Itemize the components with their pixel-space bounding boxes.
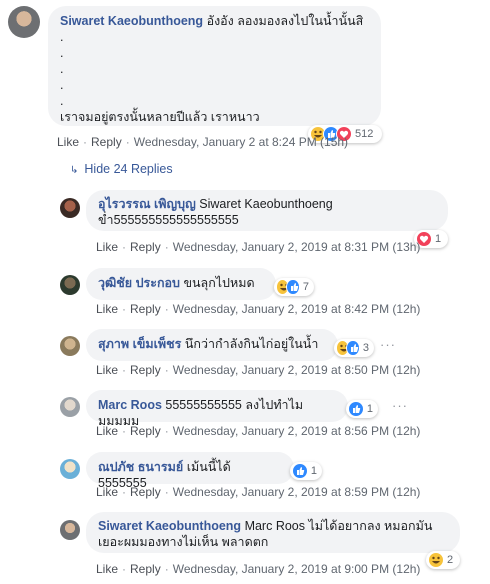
reply-bubble: สุภาพ เข็มเพ็ชร นึกว่ากำลังกินไก่อยู่ในน… bbox=[86, 329, 338, 361]
reaction-count: 3 bbox=[362, 342, 369, 354]
reply-text: Marc Roos ไม่ได้อยากลง หมอกมัน bbox=[244, 519, 433, 533]
comment-bubble: Siwaret Kaeobunthoeng อังอัง ลองมองลงไปใ… bbox=[48, 6, 381, 126]
ellipsis-line: . bbox=[60, 94, 64, 108]
reaction-count: 1 bbox=[310, 465, 317, 477]
reply-actions: Like · Reply · Wednesday, January 2, 2019 at… bbox=[96, 424, 421, 438]
like-link[interactable]: Like bbox=[96, 363, 118, 377]
reply-actions: Like · Reply · Wednesday, January 2, 2019 at… bbox=[96, 485, 421, 499]
reaction-count: 1 bbox=[435, 233, 442, 245]
like-link[interactable]: Like bbox=[96, 485, 118, 499]
reply-link[interactable]: Reply bbox=[130, 302, 161, 316]
reply-bubble: Siwaret Kaeobunthoeng Marc Roos ไม่ได้อย… bbox=[86, 512, 460, 553]
like-link[interactable]: Like bbox=[96, 302, 118, 316]
reply-actions: Like · Reply · Wednesday, January 2, 2019 at… bbox=[96, 363, 421, 377]
ellipsis-line: . bbox=[60, 46, 64, 60]
timestamp[interactable]: Wednesday, January 2, 2019 at 8:50 PM (1… bbox=[173, 363, 421, 377]
reaction-summary[interactable]: 1 bbox=[290, 462, 322, 480]
comment-text: อังอัง ลองมองลงไปในน้ำนั้นสิ bbox=[206, 14, 364, 28]
avatar[interactable] bbox=[8, 6, 40, 38]
reply-author[interactable]: ณปภัช ธนารมย์ bbox=[98, 460, 183, 474]
timestamp[interactable]: Wednesday, January 2, 2019 at 9:00 PM (1… bbox=[173, 562, 421, 576]
reply-link[interactable]: Reply bbox=[130, 485, 161, 499]
more-options-icon[interactable]: ··· bbox=[392, 398, 408, 413]
reply-link[interactable]: Reply bbox=[91, 135, 122, 149]
like-link[interactable]: Like bbox=[96, 240, 118, 254]
reaction-count: 1 bbox=[366, 403, 373, 415]
reply-text: ขนลุกไปหมด bbox=[183, 276, 255, 290]
hide-replies-link[interactable]: ↳ Hide 24 Replies bbox=[70, 162, 173, 176]
reply-bubble: วุฒิชัย ประกอบ ขนลุกไปหมด bbox=[86, 268, 276, 300]
reply-actions: Like · Reply · Wednesday, January 2, 2019 at… bbox=[96, 240, 421, 254]
like-icon bbox=[346, 340, 360, 356]
avatar[interactable] bbox=[60, 397, 80, 417]
reply-bubble: Marc Roos 55555555555 ลงไปทำไมมมมมม bbox=[86, 390, 348, 428]
reaction-summary[interactable]: 1 bbox=[346, 400, 378, 418]
reply-bubble: อุไรวรรณ เพิญบุญ Siwaret Kaeobunthoeng ข… bbox=[86, 190, 448, 231]
reply-link[interactable]: Reply bbox=[130, 562, 161, 576]
haha-icon bbox=[428, 552, 444, 568]
reply-actions: Like · Reply · Wednesday, January 2, 2019 at… bbox=[96, 302, 421, 316]
avatar[interactable] bbox=[60, 520, 80, 540]
like-icon bbox=[292, 463, 308, 479]
like-icon bbox=[286, 279, 300, 295]
timestamp[interactable]: Wednesday, January 2, 2019 at 8:42 PM (1… bbox=[173, 302, 421, 316]
timestamp[interactable]: Wednesday, January 2 at 8:24 PM (15h) bbox=[134, 135, 348, 149]
ellipsis-line: . bbox=[60, 78, 64, 92]
reply-arrow-icon: ↳ bbox=[70, 165, 79, 176]
ellipsis-line: . bbox=[60, 62, 64, 76]
avatar[interactable] bbox=[60, 459, 80, 479]
reply-link[interactable]: Reply bbox=[130, 424, 161, 438]
reaction-count: 7 bbox=[302, 281, 309, 293]
reply-link[interactable]: Reply bbox=[130, 240, 161, 254]
comment-actions: Like · Reply · Wednesday, January 2 at 8:24 … bbox=[57, 135, 349, 149]
comment-author[interactable]: Siwaret Kaeobunthoeng bbox=[60, 14, 203, 28]
reply-text: Siwaret Kaeobunthoeng bbox=[199, 197, 333, 211]
reply-author[interactable]: Marc Roos bbox=[98, 398, 162, 412]
reply-author[interactable]: วุฒิชัย ประกอบ bbox=[98, 276, 180, 290]
reply-text: นึกว่ากำลังกินไก่อยู่ในน้ำ bbox=[184, 337, 319, 351]
like-link[interactable]: Like bbox=[57, 135, 79, 149]
ellipsis-line: . bbox=[60, 30, 64, 44]
reaction-summary[interactable]: 3 bbox=[334, 339, 374, 357]
like-icon bbox=[348, 401, 364, 417]
reply-author[interactable]: Siwaret Kaeobunthoeng bbox=[98, 519, 241, 533]
more-options-icon[interactable]: ··· bbox=[380, 337, 396, 352]
avatar[interactable] bbox=[60, 336, 80, 356]
reaction-summary[interactable]: 7 bbox=[274, 278, 314, 296]
reaction-count: 2 bbox=[447, 554, 454, 566]
reply-bubble: ณปภัช ธนารมย์ เม้นนี้ได้ 5555555 bbox=[86, 452, 294, 490]
timestamp[interactable]: Wednesday, January 2, 2019 at 8:56 PM (1… bbox=[173, 424, 421, 438]
reply-text-2: เยอะผมมองทางไม่เห็น พลาดตก bbox=[98, 535, 269, 549]
like-link[interactable]: Like bbox=[96, 424, 118, 438]
timestamp[interactable]: Wednesday, January 2, 2019 at 8:31 PM (1… bbox=[173, 240, 421, 254]
like-link[interactable]: Like bbox=[96, 562, 118, 576]
reply-author[interactable]: อุไรวรรณ เพิญบุญ bbox=[98, 197, 196, 211]
reaction-summary[interactable]: 2 bbox=[426, 551, 460, 569]
reply-link[interactable]: Reply bbox=[130, 363, 161, 377]
avatar[interactable] bbox=[60, 275, 80, 295]
reply-actions: Like · Reply · Wednesday, January 2, 2019 at… bbox=[96, 562, 421, 576]
timestamp[interactable]: Wednesday, January 2, 2019 at 8:59 PM (1… bbox=[173, 485, 421, 499]
reply-author[interactable]: สุภาพ เข็มเพ็ชร bbox=[98, 337, 181, 351]
comment-text-2: เราจมอยู่ตรงนั้นหลายปีแล้ว เราหนาว bbox=[60, 110, 260, 124]
reaction-count: 512 bbox=[355, 128, 374, 140]
avatar[interactable] bbox=[60, 198, 80, 218]
reply-text-2: ข่ำ555555555555555555 bbox=[98, 213, 239, 227]
